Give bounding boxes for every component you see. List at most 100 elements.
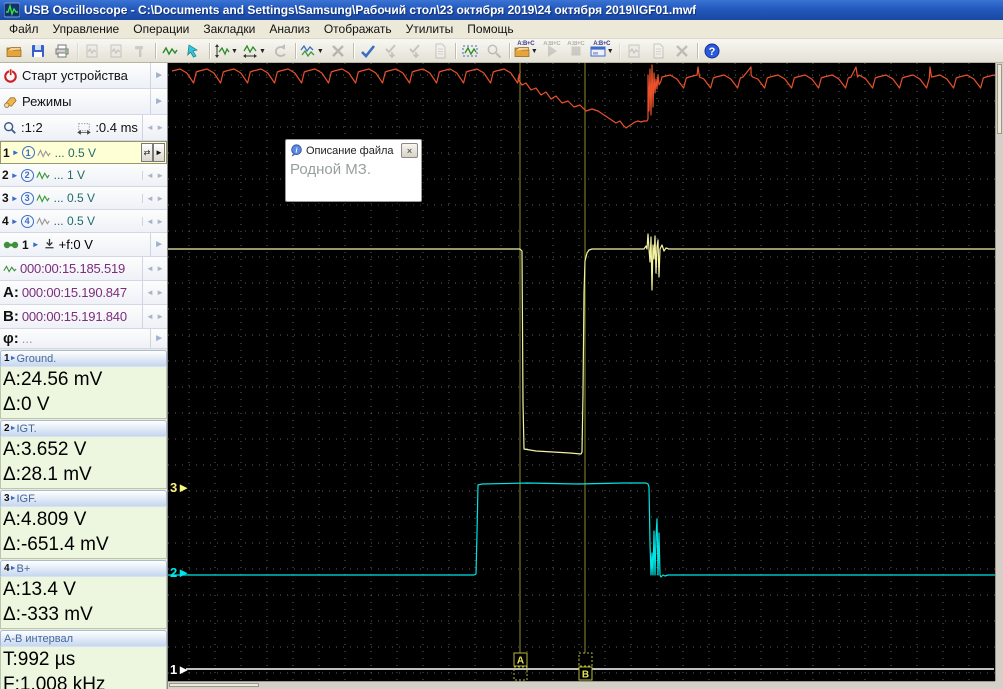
start-device-row[interactable]: Старт устройства ► bbox=[0, 63, 167, 89]
tooltip-close-button[interactable]: × bbox=[401, 143, 418, 158]
phase-expand[interactable]: ► bbox=[150, 329, 166, 348]
phase-label: φ: bbox=[3, 330, 19, 347]
remove-overlay-button bbox=[327, 40, 349, 62]
channel-wave-icon bbox=[37, 147, 51, 159]
compare-waveform-button bbox=[623, 40, 645, 62]
channel-zero-label-2[interactable]: 2► bbox=[170, 565, 190, 580]
channel-row-4[interactable]: 4►4 ... 0.5 V◄ ► bbox=[0, 210, 167, 233]
panel-value: A:4.809 V bbox=[3, 507, 166, 532]
start-device-expand[interactable]: ► bbox=[150, 63, 166, 88]
svg-text:A: A bbox=[517, 656, 524, 667]
pan-tool-button[interactable] bbox=[183, 40, 205, 62]
channel-nav[interactable]: ◄ ► bbox=[142, 194, 166, 203]
delete-button bbox=[671, 40, 693, 62]
panel-header[interactable]: 4►B+ bbox=[0, 560, 167, 576]
modes-expand[interactable]: ► bbox=[150, 89, 166, 114]
phase-row[interactable]: φ: ... ► bbox=[0, 329, 167, 349]
menu-item-3[interactable]: Закладки bbox=[196, 20, 262, 38]
app-icon bbox=[4, 2, 20, 18]
start-device-label: Старт устройства bbox=[22, 68, 128, 83]
copy-waveform-button bbox=[81, 40, 103, 62]
trigger-row[interactable]: 1 ► +f:0 V ► bbox=[0, 233, 167, 257]
marker-a-row[interactable]: A: 000:00:15.190.847 ◄ ► bbox=[0, 281, 167, 305]
current-time-row[interactable]: 000:00:15.185.519 ◄ ► bbox=[0, 257, 167, 281]
abc-settings-button[interactable]: A:B+C▼ bbox=[589, 40, 615, 62]
panel-header[interactable]: 1►Ground. bbox=[0, 350, 167, 366]
toolbar: ▼▼▼A:B+C▼A:B+CA:B+CA:B+C▼? bbox=[0, 39, 1003, 63]
marker-b-nav[interactable]: ◄ ► bbox=[142, 305, 166, 328]
save-file-button[interactable] bbox=[27, 40, 49, 62]
panel-value: A:13.4 V bbox=[3, 577, 166, 602]
export-button bbox=[647, 40, 669, 62]
tooltip-title: Описание файла bbox=[306, 145, 398, 157]
panel-value: Δ:0 V bbox=[3, 392, 166, 417]
channel-expand-button[interactable]: ► bbox=[153, 143, 165, 162]
phase-value: ... bbox=[22, 331, 33, 346]
window-title: USB Oscilloscope - C:\Documents and Sett… bbox=[24, 3, 696, 17]
help-button[interactable]: ? bbox=[701, 40, 723, 62]
print-button[interactable] bbox=[51, 40, 73, 62]
select-region-button[interactable] bbox=[459, 40, 481, 62]
abc-open-button-dropdown[interactable]: ▼ bbox=[531, 45, 538, 59]
menu-item-0[interactable]: Файл bbox=[2, 20, 46, 38]
trigger-expand[interactable]: ► bbox=[150, 233, 166, 256]
panel-header[interactable]: 3►IGF. bbox=[0, 490, 167, 506]
channel-zero-label-1[interactable]: 1► bbox=[170, 662, 190, 677]
menu-item-6[interactable]: Утилиты bbox=[399, 20, 461, 38]
menu-item-5[interactable]: Отображать bbox=[317, 20, 399, 38]
modes-label: Режимы bbox=[22, 94, 71, 109]
open-file-button[interactable] bbox=[3, 40, 25, 62]
channel-1-scale: ... 0.5 V bbox=[55, 146, 96, 160]
normalize-view-button[interactable] bbox=[159, 40, 181, 62]
marker-b-row[interactable]: B: 000:00:15.191.840 ◄ ► bbox=[0, 305, 167, 329]
overlay-waveform-button[interactable]: ▼ bbox=[299, 40, 325, 62]
zoom-row[interactable]: :1:2 :0.4 ms ◄ ► bbox=[0, 115, 167, 141]
time-nav-arrows[interactable]: ◄ ► bbox=[142, 257, 166, 280]
title-bar: USB Oscilloscope - C:\Documents and Sett… bbox=[0, 0, 1003, 20]
modes-row[interactable]: Режимы ► bbox=[0, 89, 167, 115]
panel-B+: 4►B+A:13.4 VΔ:-333 mV bbox=[0, 560, 167, 629]
channel-zero-label-3[interactable]: 3► bbox=[170, 480, 190, 495]
overlay-waveform-button-dropdown[interactable]: ▼ bbox=[317, 45, 324, 59]
channel-wave-icon bbox=[36, 192, 50, 204]
accept-button[interactable] bbox=[357, 40, 379, 62]
menu-item-4[interactable]: Анализ bbox=[262, 20, 317, 38]
abc-settings-button-dropdown[interactable]: ▼ bbox=[607, 45, 614, 59]
vertical-scrollbar[interactable] bbox=[995, 63, 1003, 681]
vertical-zoom-button[interactable]: ▼ bbox=[213, 40, 239, 62]
panel-value: T:992 µs bbox=[3, 647, 166, 672]
horizontal-scrollbar[interactable] bbox=[168, 681, 995, 689]
channel-invert-button[interactable]: ⇄ bbox=[141, 143, 153, 162]
abc-play-button: A:B+C bbox=[541, 40, 563, 62]
measurement-panels: 1►Ground.A:24.56 mVΔ:0 V2►IGT.A:3.652 VΔ… bbox=[0, 350, 167, 689]
panel-value: A:24.56 mV bbox=[3, 367, 166, 392]
channel-3-scale: ... 0.5 V bbox=[54, 191, 95, 205]
channel-nav[interactable]: ◄ ► bbox=[142, 217, 166, 226]
menu-item-1[interactable]: Управление bbox=[46, 20, 127, 38]
horizontal-zoom-button[interactable]: ▼ bbox=[241, 40, 267, 62]
undo-button bbox=[269, 40, 291, 62]
panel-A-B интервал: A-B интервалT:992 µsF:1.008 kHz bbox=[0, 630, 167, 689]
menu-item-7[interactable]: Помощь bbox=[460, 20, 520, 38]
svg-text:?: ? bbox=[708, 46, 715, 58]
time-per-div-value: :0.4 ms bbox=[95, 120, 138, 135]
vertical-zoom-button-dropdown[interactable]: ▼ bbox=[231, 45, 238, 59]
info-icon: i bbox=[290, 144, 303, 157]
channel-row-3[interactable]: 3►3 ... 0.5 V◄ ► bbox=[0, 187, 167, 210]
tools-button bbox=[129, 40, 151, 62]
menu-item-2[interactable]: Операции bbox=[126, 20, 196, 38]
horizontal-zoom-button-dropdown[interactable]: ▼ bbox=[259, 45, 266, 59]
binoculars-icon bbox=[3, 239, 19, 251]
channel-3-badge: 3 bbox=[21, 192, 34, 205]
waveform-time-icon bbox=[3, 263, 17, 275]
zoom-nav-arrows[interactable]: ◄ ► bbox=[142, 115, 166, 140]
paste-waveform-button bbox=[105, 40, 127, 62]
current-time-value: 000:00:15.185.519 bbox=[20, 261, 125, 276]
channel-row-1[interactable]: 1►1 ... 0.5 V⇄► bbox=[0, 141, 167, 164]
channel-row-2[interactable]: 2►2 ... 1 V◄ ► bbox=[0, 164, 167, 187]
panel-header[interactable]: 2►IGT. bbox=[0, 420, 167, 436]
channel-nav[interactable]: ◄ ► bbox=[142, 171, 166, 180]
panel-header[interactable]: A-B интервал bbox=[0, 630, 167, 646]
abc-open-button[interactable]: A:B+C▼ bbox=[513, 40, 539, 62]
marker-a-nav[interactable]: ◄ ► bbox=[142, 281, 166, 304]
